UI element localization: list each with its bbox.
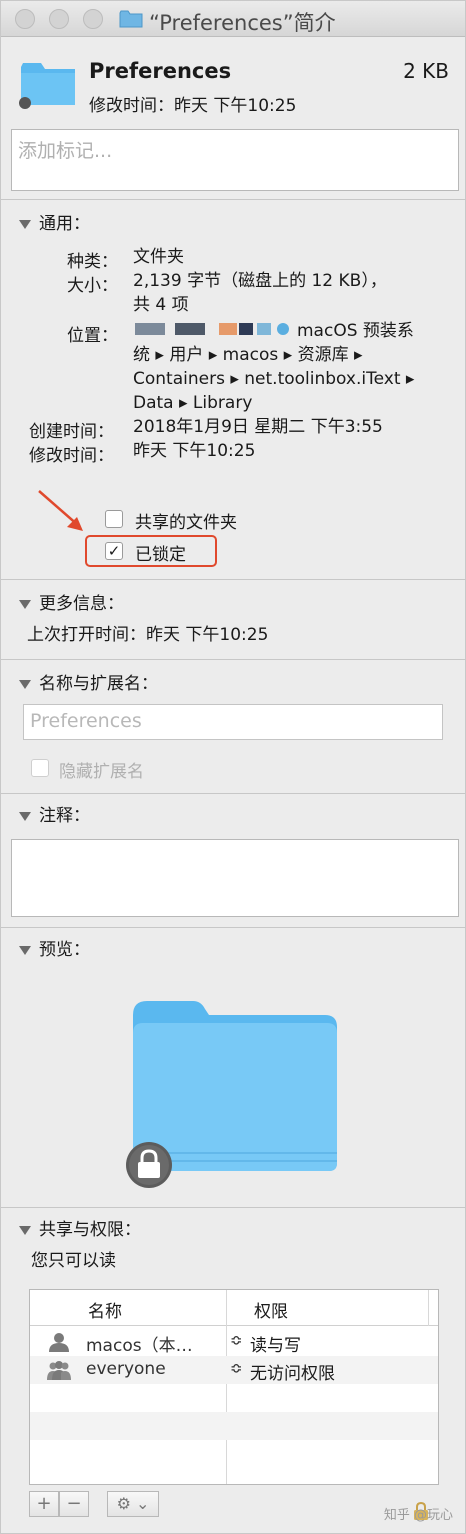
divider [1, 793, 465, 794]
locked-checkbox[interactable]: ✓ [105, 542, 123, 560]
section-general-label: 通用： [39, 214, 90, 234]
created-value: 2018年1月9日 星期二 下午3:55 [133, 417, 383, 437]
divider [1, 199, 465, 200]
section-more-info[interactable]: 更多信息： [19, 589, 124, 614]
minimize-button[interactable] [49, 9, 69, 29]
where-label: 位置： [67, 326, 118, 346]
table-header: 名称 权限 [30, 1290, 438, 1326]
where-value-line4: Data ▸ Library [133, 393, 253, 413]
tags-input[interactable]: 添加标记... [11, 129, 459, 191]
name-field[interactable]: Preferences [23, 704, 443, 740]
kind-value: 文件夹 [133, 247, 184, 267]
section-preview-label: 预览： [39, 940, 90, 960]
title-bar[interactable]: “Preferences”简介 [1, 1, 465, 37]
last-opened: 上次打开时间：昨天 下午10:25 [27, 625, 269, 645]
where-value-line2: 统 ▸ 用户 ▸ macos ▸ 资源库 ▸ [133, 345, 363, 365]
size-items: 共 4 项 [133, 295, 189, 315]
modified-time: 修改时间：昨天 下午10:25 [89, 96, 297, 116]
group-icon [47, 1361, 71, 1380]
where-value: macOS 预装系 [297, 321, 414, 341]
hide-extension-checkbox[interactable] [31, 759, 49, 777]
updown-icon[interactable]: ≎ [230, 1359, 243, 1377]
disclosure-triangle-icon[interactable] [19, 599, 31, 609]
disclosure-triangle-icon[interactable] [19, 811, 31, 821]
column-header-name[interactable]: 名称 [88, 1297, 122, 1322]
updown-icon[interactable]: ≎ [230, 1331, 243, 1349]
zoom-button[interactable] [83, 9, 103, 29]
close-button[interactable] [15, 9, 35, 29]
section-comments-label: 注释： [39, 806, 90, 826]
section-comments[interactable]: 注释： [19, 801, 90, 826]
disclosure-triangle-icon[interactable] [19, 219, 31, 229]
comments-textarea[interactable] [11, 839, 459, 917]
row-user-name: macos（本… [86, 1336, 193, 1356]
row-user-name: everyone [86, 1359, 166, 1379]
watermark: 知乎 @玩心 [383, 1508, 453, 1523]
divider [1, 1207, 465, 1208]
divider [1, 927, 465, 928]
section-general[interactable]: 通用： [19, 209, 90, 234]
column-divider [428, 1290, 429, 1326]
row-privilege[interactable]: 无访问权限 [250, 1359, 335, 1384]
size-value: 2,139 字节（磁盘上的 12 KB）， [133, 271, 387, 291]
section-more-info-label: 更多信息： [39, 594, 124, 614]
lock-badge-icon [19, 97, 31, 109]
kind-label: 种类： [67, 252, 118, 272]
locked-label: 已锁定 [135, 545, 186, 565]
section-sharing[interactable]: 共享与权限： [19, 1215, 141, 1240]
disclosure-triangle-icon[interactable] [19, 945, 31, 955]
modified-value: 昨天 下午10:25 [133, 441, 256, 461]
section-preview[interactable]: 预览： [19, 935, 90, 960]
hide-extension-label: 隐藏扩展名 [59, 762, 144, 782]
where-value-line3: Containers ▸ net.toolinbox.iText ▸ [133, 369, 415, 389]
lock-icon [126, 1142, 172, 1188]
section-sharing-label: 共享与权限： [39, 1220, 141, 1240]
action-menu-button[interactable]: ⚙ ⌄ [107, 1491, 159, 1517]
shared-folder-checkbox[interactable] [105, 510, 123, 528]
size-label: 大小： [67, 276, 118, 296]
section-name-ext-label: 名称与扩展名： [39, 674, 158, 694]
divider [1, 659, 465, 660]
remove-user-button[interactable]: − [59, 1491, 89, 1517]
window-title: “Preferences”简介 [149, 11, 336, 35]
table-row [30, 1384, 438, 1412]
row-privilege[interactable]: 读与写 [250, 1331, 301, 1356]
folder-icon [119, 10, 143, 28]
table-row[interactable]: everyone ≎ 无访问权限 [30, 1356, 438, 1384]
table-row [30, 1412, 438, 1440]
disclosure-triangle-icon[interactable] [19, 679, 31, 689]
file-name: Preferences [89, 59, 232, 83]
info-window: “Preferences”简介 Preferences 2 KB 修改时间：昨天… [0, 0, 466, 1534]
column-header-privilege[interactable]: 权限 [254, 1297, 288, 1322]
shared-folder-label: 共享的文件夹 [135, 513, 237, 533]
file-size: 2 KB [403, 59, 449, 83]
disclosure-triangle-icon[interactable] [19, 1225, 31, 1235]
table-row[interactable]: macos（本… ≎ 读与写 [30, 1328, 438, 1356]
divider [1, 579, 465, 580]
modified-label: 修改时间： [29, 446, 114, 466]
user-icon [49, 1333, 69, 1352]
permissions-table: 名称 权限 macos（本… ≎ 读与写 everyone ≎ 无访问权限 [29, 1289, 439, 1485]
table-row [30, 1440, 438, 1468]
add-user-button[interactable]: + [29, 1491, 59, 1517]
redacted-path-icon [135, 323, 289, 335]
created-label: 创建时间： [29, 422, 114, 442]
permission-status: 您只可以读 [31, 1251, 116, 1271]
section-name-ext[interactable]: 名称与扩展名： [19, 669, 158, 694]
